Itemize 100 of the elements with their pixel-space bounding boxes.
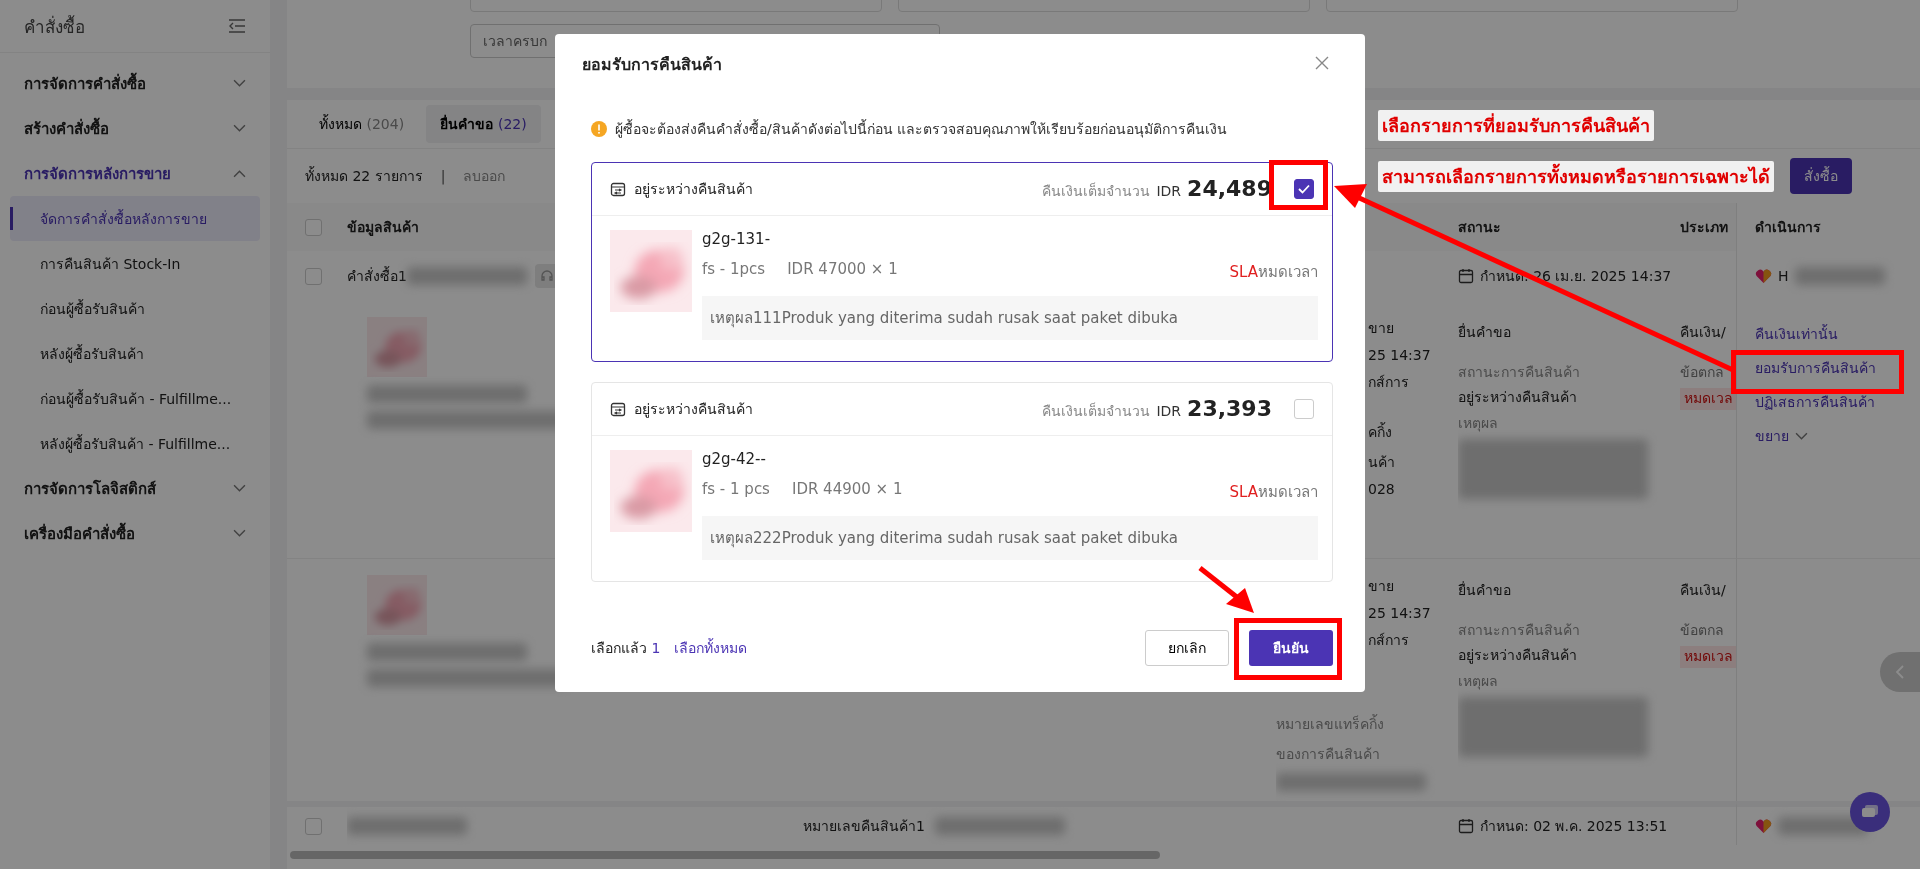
type-title: คืนเงิน/ — [1680, 581, 1726, 600]
item-status: อยู่ระหว่างคืนสินค้า — [634, 180, 753, 200]
collapse-menu-icon[interactable] — [228, 18, 246, 34]
status-value: อยู่ระหว่างคืนสินค้า — [1458, 646, 1577, 666]
check-icon — [1298, 184, 1310, 194]
sidebar-group[interactable]: การจัดการคำสั่งซื้อ — [0, 61, 270, 106]
dialog-title: ยอมรับการคืนสินค้า — [582, 53, 722, 76]
reason-text: เหตุผล222Produk yang diterima sudah rusak saat paket dibuka — [702, 516, 1318, 560]
sidebar-item[interactable]: หลังผู้ซื้อรับสินค้า - Fulfillme... — [10, 421, 260, 466]
chevron-icon — [233, 124, 246, 133]
deadline-text: กำหนด: 02 พ.ค. 2025 13:51 — [1458, 815, 1668, 837]
sidebar-group[interactable]: การจัดการโลจิสติกส์ — [0, 466, 270, 511]
shop-name: H — [1778, 268, 1789, 284]
info-text: ขาย — [1368, 577, 1395, 596]
type-subtitle: ข้อตกล — [1680, 362, 1724, 382]
cancel-button[interactable]: ยกเลิก — [1145, 630, 1229, 666]
column-header: สถานะ — [1458, 218, 1501, 237]
annotation-arrow — [1198, 566, 1254, 613]
status-title: ยื่นคำขอ — [1458, 581, 1511, 600]
annotation-text: เลือกรายการที่ยอมรับการคืนสินค้า — [1378, 110, 1654, 141]
variant-text: fs - 1 pcs — [702, 480, 770, 500]
price-text: IDR 47000 × 1 — [787, 260, 898, 280]
reason-label: เหตุผล — [1458, 413, 1498, 434]
chevron-left-icon — [1895, 665, 1905, 679]
order-number: คำสั่งซื้อ1 — [347, 265, 407, 286]
sidebar-item[interactable]: การคืนสินค้า Stock-In — [10, 241, 260, 286]
info-text: ขาย — [1368, 319, 1395, 338]
heart-logo-icon — [1755, 268, 1772, 284]
currency-text: IDR — [1156, 403, 1182, 419]
info-text: 25 14:37 — [1368, 605, 1431, 621]
expand-link[interactable]: ขยาย — [1755, 419, 1808, 453]
info-icon — [591, 121, 607, 137]
reason-text: เหตุผล111Produk yang diterima sudah rusak saat paket dibuka — [702, 296, 1318, 340]
refund-amount: 24,489 — [1187, 176, 1272, 201]
info-text: กส์การ — [1368, 373, 1410, 392]
item-status: อยู่ระหว่างคืนสินค้า — [634, 400, 753, 420]
info-label: ของการคืนสินค้า — [1276, 745, 1380, 764]
highlight-frame — [1269, 160, 1328, 210]
row-checkbox[interactable] — [305, 817, 322, 835]
info-text: 028 — [1368, 481, 1395, 497]
type-subtitle: ข้อตกล — [1680, 620, 1724, 640]
sidebar-group[interactable]: สร้างคำสั่งซื้อ — [0, 106, 270, 151]
return-number: หมายเลขคืนสินค้า1 — [803, 817, 925, 836]
price-text: IDR 44900 × 1 — [791, 480, 903, 500]
info-label: หมายเลขแทร็คกิ้ง — [1276, 713, 1384, 734]
action-link[interactable]: ปฏิเสธการคืนสินค้า — [1755, 385, 1875, 419]
filter-tab[interactable]: ยื่นคำขอ (22) — [426, 105, 541, 143]
refund-amount: 23,393 — [1187, 396, 1272, 421]
sidebar-group[interactable]: การจัดการหลังการขาย — [0, 151, 270, 196]
select-all-link[interactable]: เลือกทั้งหมด — [674, 637, 748, 659]
sidebar-group[interactable]: เครื่องมือคำสั่งซื้อ — [0, 511, 270, 556]
info-text: กส์การ — [1368, 631, 1410, 650]
expired-tag: หมดเวล — [1680, 646, 1736, 668]
confirm-button[interactable]: ยืนยัน — [1249, 630, 1333, 666]
column-header: ดำเนินการ — [1755, 218, 1821, 237]
chevron-icon — [233, 529, 246, 538]
status-title: ยื่นคำขอ — [1458, 323, 1511, 342]
return-box-icon — [610, 181, 626, 197]
info-text: 25 14:37 — [1368, 347, 1431, 363]
product-name: g2g-42-- — [702, 450, 767, 468]
sidebar-item[interactable]: ก่อนผู้ซื้อรับสินค้า — [10, 286, 260, 331]
refund-label: คืนเงินเต็มจำนวน — [1042, 401, 1151, 421]
status-label: สถานะการคืนสินค้า — [1458, 620, 1580, 640]
sla-text: SLAหมดเวลา — [1229, 262, 1318, 283]
currency-text: IDR — [1156, 183, 1182, 199]
action-link[interactable]: คืนเงินเท่านั้น — [1755, 317, 1838, 351]
refund-label: คืนเงินเต็มจำนวน — [1042, 181, 1151, 201]
annotation-text: สามารถเลือกรายการทั้งหมดหรือรายการเฉพาะได้ — [1378, 161, 1774, 192]
total-count: ทั้งหมด 22 รายการ — [305, 165, 423, 186]
return-box-icon — [610, 401, 626, 417]
side-panel-toggle[interactable] — [1880, 652, 1920, 692]
sidebar-item[interactable]: จัดการคำสั่งซื้อหลังการขาย — [10, 196, 260, 241]
variant-text: fs - 1pcs — [702, 260, 766, 280]
sidebar-item[interactable]: หลังผู้ซื้อรับสินค้า — [10, 331, 260, 376]
calendar-icon — [1458, 268, 1474, 284]
product-name: g2g-131- — [702, 230, 772, 248]
column-header: ประเภท — [1680, 218, 1728, 237]
sidebar-title: คำสั่งซื้อ — [24, 14, 85, 39]
status-value: อยู่ระหว่างคืนสินค้า — [1458, 388, 1577, 408]
info-text: นค้า — [1368, 453, 1395, 472]
chat-icon — [1861, 804, 1879, 820]
chevron-icon — [233, 79, 246, 88]
filter-tab[interactable]: ทั้งหมด (204) — [305, 105, 419, 143]
expired-tag: หมดเวล — [1680, 388, 1736, 410]
item-checkbox[interactable] — [1294, 179, 1314, 199]
chevron-icon — [233, 484, 246, 493]
select-all-checkbox[interactable] — [305, 218, 322, 236]
separator-text: | — [440, 168, 446, 184]
scrollbar[interactable] — [290, 851, 1160, 859]
order-button[interactable]: สั่งซื้อ — [1790, 158, 1852, 194]
reason-label: เหตุผล — [1458, 671, 1498, 692]
sla-text: SLAหมดเวลา — [1229, 482, 1318, 503]
heart-logo-icon — [1755, 818, 1772, 834]
chevron-icon — [1795, 431, 1808, 441]
type-title: คืนเงิน/ — [1680, 323, 1726, 342]
row-checkbox[interactable] — [305, 267, 322, 285]
calendar-icon — [1458, 818, 1474, 834]
action-link[interactable]: ยอมรับการคืนสินค้า — [1755, 351, 1876, 385]
notice-text: ผู้ซื้อจะต้องส่งคืนคำสั่งซื้อ/สินค้าดังต่อไปนี้ก่อน และตรวจสอบคุณภาพให้เรียบร้อยก่อนอนุมัติการคืนเงิน — [615, 118, 1228, 140]
sidebar-item[interactable]: ก่อนผู้ซื้อรับสินค้า - Fulfillme... — [10, 376, 260, 421]
